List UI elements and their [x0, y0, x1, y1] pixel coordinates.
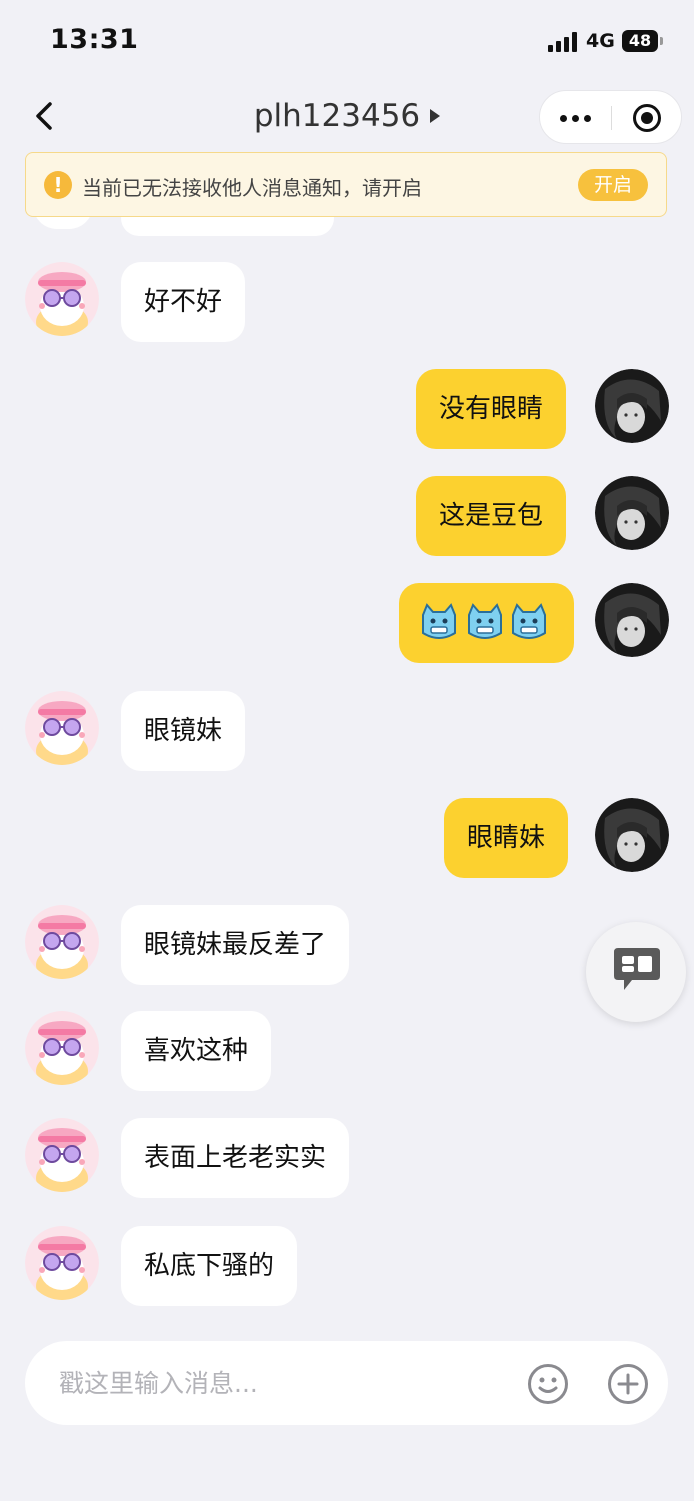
- signal-icon: [548, 32, 580, 52]
- avatar-contact[interactable]: [25, 1011, 99, 1085]
- plus-circle-icon: [608, 1364, 648, 1404]
- network-type: 4G: [586, 30, 615, 52]
- message-input[interactable]: [59, 1361, 499, 1405]
- avatar-contact[interactable]: [25, 262, 99, 336]
- mini-program-capsule: [539, 90, 682, 144]
- warning-icon: !: [44, 171, 72, 199]
- enable-notifications-button[interactable]: 开启: [578, 169, 648, 201]
- message-bubble-in[interactable]: 眼镜妹最反差了: [121, 905, 350, 985]
- message-bubble-in[interactable]: 表面上老老实实: [121, 1118, 350, 1198]
- plus-button[interactable]: [607, 1363, 649, 1405]
- message-bubble-out[interactable]: 没有眼睛: [416, 369, 567, 449]
- status-time: 13:31: [50, 24, 139, 55]
- message-bubble-out[interactable]: 眼睛妹: [444, 798, 569, 878]
- status-bar: 13:31 4G 48: [0, 0, 694, 84]
- avatar-self[interactable]: [595, 583, 669, 657]
- battery-tip: [660, 37, 663, 45]
- message-bubble-out[interactable]: 这是豆包: [416, 476, 567, 556]
- emoji-button[interactable]: [527, 1363, 569, 1405]
- battery-icon: 48: [622, 30, 658, 52]
- avatar-self[interactable]: [595, 369, 669, 443]
- message-bubble-in[interactable]: 好不好: [121, 262, 246, 342]
- caret-right-icon: [430, 109, 441, 123]
- notification-banner: ! 当前已无法接收他人消息通知，请开启 开启: [25, 152, 667, 217]
- avatar-self[interactable]: [595, 798, 669, 872]
- avatar-contact[interactable]: [25, 1118, 99, 1192]
- message-bubble-in[interactable]: 私底下骚的: [121, 1226, 298, 1306]
- avatar-contact[interactable]: [25, 905, 99, 979]
- chat-title[interactable]: plh123456: [254, 98, 420, 134]
- cat-emoji-icon: [422, 603, 546, 639]
- nav-bar: plh123456: [0, 84, 694, 152]
- floating-chat-button[interactable]: [586, 922, 686, 1022]
- message-bubble-in[interactable]: 眼镜妹: [121, 691, 246, 771]
- smiley-icon: [528, 1364, 568, 1404]
- close-button[interactable]: [612, 91, 683, 145]
- message-input-bar: [25, 1341, 668, 1425]
- message-bubble-in[interactable]: 喜欢这种: [121, 1011, 272, 1091]
- chat-bubble-icon: [614, 948, 660, 990]
- avatar-contact[interactable]: [25, 1226, 99, 1300]
- message-bubble-emoji[interactable]: [399, 583, 574, 663]
- more-button[interactable]: [540, 91, 611, 145]
- more-dots-icon: [560, 115, 567, 122]
- notice-text: 当前已无法接收他人消息通知，请开启: [82, 176, 422, 200]
- avatar-contact[interactable]: [25, 691, 99, 765]
- avatar-self[interactable]: [595, 476, 669, 550]
